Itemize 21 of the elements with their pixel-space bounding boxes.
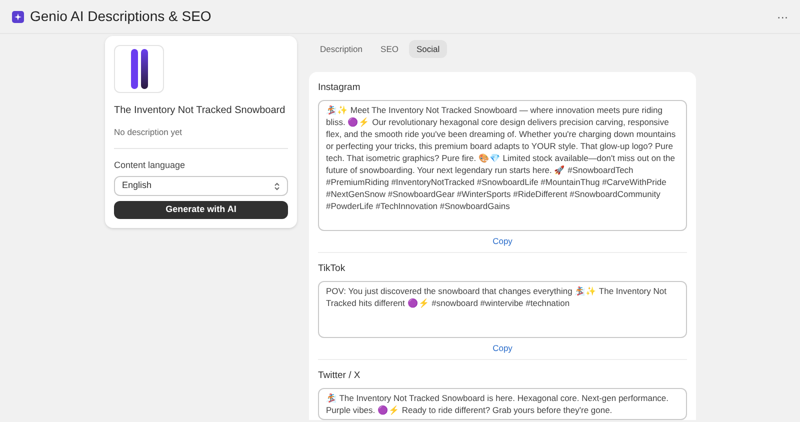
tab[interactable]: SEO [374, 40, 406, 58]
platform-label: Instagram [318, 81, 362, 95]
language-select[interactable]: English [114, 176, 288, 196]
language-label: Content language [114, 158, 186, 172]
copy-link[interactable]: Copy [492, 235, 512, 248]
copy-link[interactable]: Copy [492, 342, 512, 355]
post-text-area[interactable]: 🏂 The Inventory Not Tracked Snowboard is here. Hexagonal core. Next-gen performance. Purple vibes. 🟣⚡ Ready to ride different? Grab yours before they're gone. [318, 388, 687, 420]
sparkle-logo-icon [12, 10, 24, 22]
product-description: No description yet [114, 126, 184, 139]
generate-button[interactable]: Generate with AI [114, 200, 288, 220]
chevron-updown-icon [274, 182, 280, 191]
platform-label: Twitter / X [318, 369, 362, 383]
tab[interactable]: Description [313, 40, 370, 58]
post-text-area[interactable]: 🏂✨ Meet The Inventory Not Tracked Snowboard — where innovation meets pure riding bliss. 🟣⚡ Our revolutionary hexagonal core design delivers precision carving, responsive flex, and the smooth ride you've been dreaming of. Whether you're charging down mountains or perfecting your tricks, this premium board adapts to YOUR style. That glow-up logo? Pure tech. That isometric graphics? Pure fire. 🎨💎 Limited stock available—don't miss out on the future of snowboarding. Your next legendary run starts here. 🚀 #SnowboardTech #PremiumRiding #InventoryNotTracked #SnowboardLife #MountainThug #CarveWithPride #NextGenSnow #SnowboardGear #WinterSports #RideDifferent #SnowboardCommunity #PowderLife #TechInnovation #SnowboardGains [318, 100, 687, 232]
app-title: Genio AI Descriptions & SEO [30, 7, 212, 26]
product-image [114, 45, 164, 94]
post-text-area[interactable]: POV: You just discovered the snowboard that changes everything 🏂✨ The Inventory Not Tracked hits different 🟣⚡ #snowboard #wintervibe #technation [318, 281, 687, 338]
tab[interactable]: Social [409, 40, 447, 58]
product-name: The Inventory Not Tracked Snowboard [114, 104, 286, 118]
platform-label: TikTok [318, 262, 346, 276]
more-menu[interactable]: ··· [776, 8, 788, 26]
